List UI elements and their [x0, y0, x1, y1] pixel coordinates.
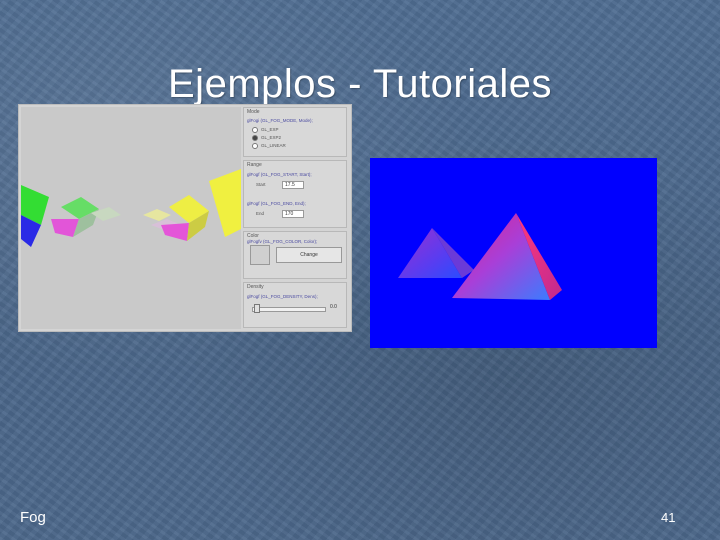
range-end-code: glFogf (GL_FOG_END, End);: [247, 201, 306, 206]
density-group-title: Density: [247, 284, 264, 290]
slide-page-number: 41: [661, 510, 676, 525]
fog-cubes-render: [21, 107, 241, 329]
range-group: Range glFogf (GL_FOG_START, Start); Star…: [243, 160, 347, 228]
mode-option-exp[interactable]: GL_EXP: [252, 127, 279, 133]
range-group-title: Range: [247, 162, 262, 168]
fog-color-swatch: [250, 245, 270, 265]
color-code: glFogfv (GL_FOG_COLOR, Color);: [247, 239, 318, 244]
radio-dot[interactable]: [252, 127, 258, 133]
density-group: Density glFogf (GL_FOG_DENSITY, Dens); 0…: [243, 282, 347, 328]
fog-controls-panel: Mode glFogi (GL_FOG_MODE, Mode); GL_EXP …: [243, 107, 349, 329]
pyramid-render-view: [370, 158, 657, 348]
range-end-label: End: [256, 211, 265, 216]
mode-code: glFogi (GL_FOG_MODE, Mode);: [247, 118, 313, 123]
mode-group-title: Mode: [247, 109, 260, 115]
mode-option-linear[interactable]: GL_LINEAR: [252, 143, 286, 149]
radio-dot[interactable]: [252, 143, 258, 149]
range-start-label: Start: [256, 182, 266, 187]
range-start-code: glFogf (GL_FOG_START, Start);: [247, 172, 312, 177]
fog-3d-viewport[interactable]: [21, 107, 241, 329]
radio-dot-selected[interactable]: [252, 135, 258, 141]
density-value: 0.0: [330, 304, 337, 310]
slide-footer-text: Fog: [20, 509, 46, 526]
slide-title: Ejemplos - Tutoriales: [168, 62, 552, 106]
color-group: Color glFogfv (GL_FOG_COLOR, Color); Cha…: [243, 231, 347, 279]
density-slider-track[interactable]: [252, 307, 326, 312]
fog-demo-window: Mode glFogi (GL_FOG_MODE, Mode); GL_EXP …: [18, 104, 352, 332]
range-start-field[interactable]: 17.5: [282, 181, 304, 189]
pyramid-render: [398, 213, 562, 300]
density-slider-thumb[interactable]: [254, 304, 260, 313]
range-end-field[interactable]: 170: [282, 210, 304, 218]
change-color-button[interactable]: Change: [276, 247, 342, 263]
mode-group: Mode glFogi (GL_FOG_MODE, Mode); GL_EXP …: [243, 107, 347, 157]
density-code: glFogf (GL_FOG_DENSITY, Dens);: [247, 294, 318, 299]
mode-option-exp2[interactable]: GL_EXP2: [252, 135, 281, 141]
